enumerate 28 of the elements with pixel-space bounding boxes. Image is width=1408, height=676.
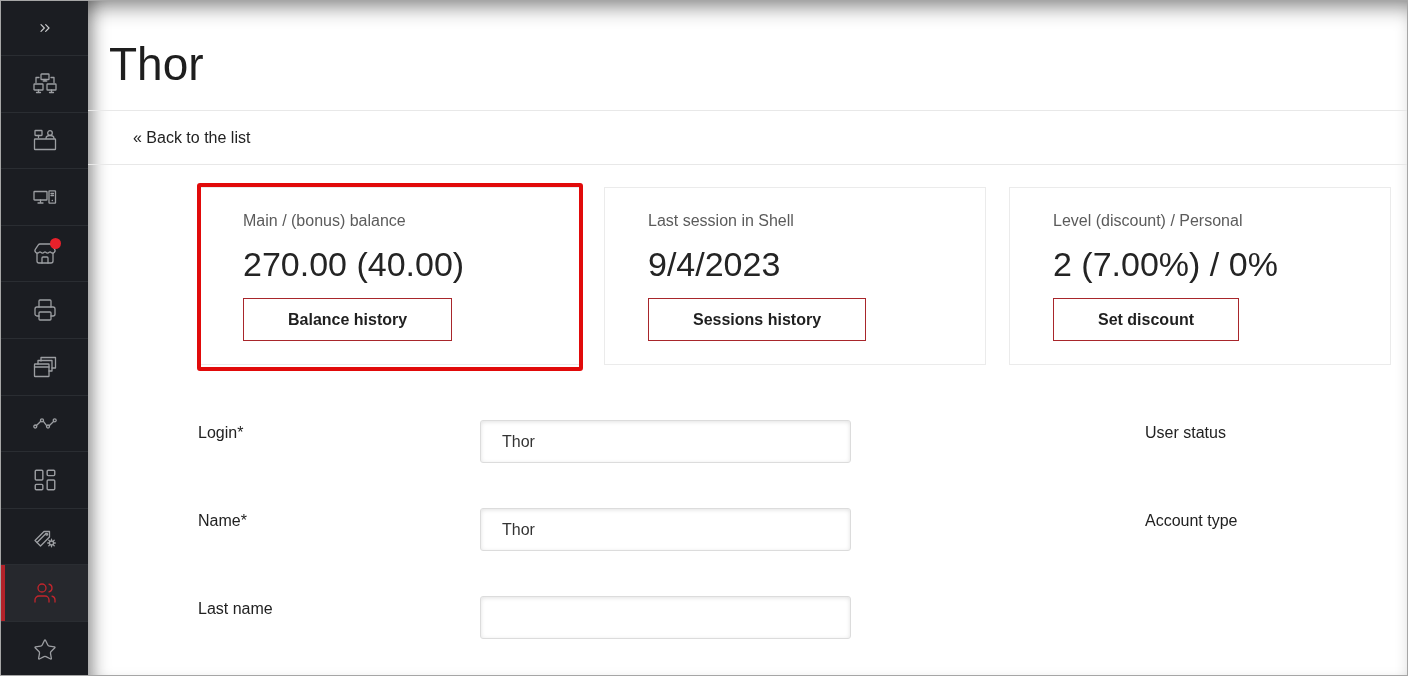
star-icon: [32, 637, 57, 662]
field-label: Account type: [1145, 512, 1238, 529]
desk-icon: [32, 129, 57, 152]
field-label: Login*: [198, 424, 244, 441]
windows-icon: [32, 355, 57, 378]
text-field[interactable]: Thor: [480, 420, 851, 463]
computer-icon: [32, 190, 57, 204]
card-value: 2 (7.00%) / 0%: [1053, 244, 1278, 285]
printer-icon: [32, 298, 57, 323]
back-link[interactable]: « Back to the list: [133, 127, 251, 148]
card-value: 270.00 (40.00): [243, 244, 465, 285]
card-button[interactable]: Set discount: [1053, 298, 1239, 341]
page-title: Thor: [109, 38, 204, 90]
line-points-icon: [32, 417, 57, 430]
nav-button[interactable]: [1, 565, 88, 622]
text-field[interactable]: Thor: [480, 508, 851, 551]
field-label: User status: [1145, 424, 1226, 441]
card-button[interactable]: Balance history: [243, 298, 453, 341]
store-icon: [32, 241, 57, 266]
field-label: Last name: [198, 600, 273, 617]
card-label: Last session in Shell: [648, 211, 794, 231]
card-value: 9/4/2023: [648, 244, 781, 285]
field-label: Name*: [198, 512, 247, 529]
text-field[interactable]: [480, 596, 851, 639]
card-label: Main / (bonus) balance: [243, 211, 406, 231]
network-icon: [32, 72, 57, 95]
card-label: Level (discount) / Personal: [1053, 211, 1243, 231]
card-button[interactable]: Sessions history: [648, 298, 867, 341]
